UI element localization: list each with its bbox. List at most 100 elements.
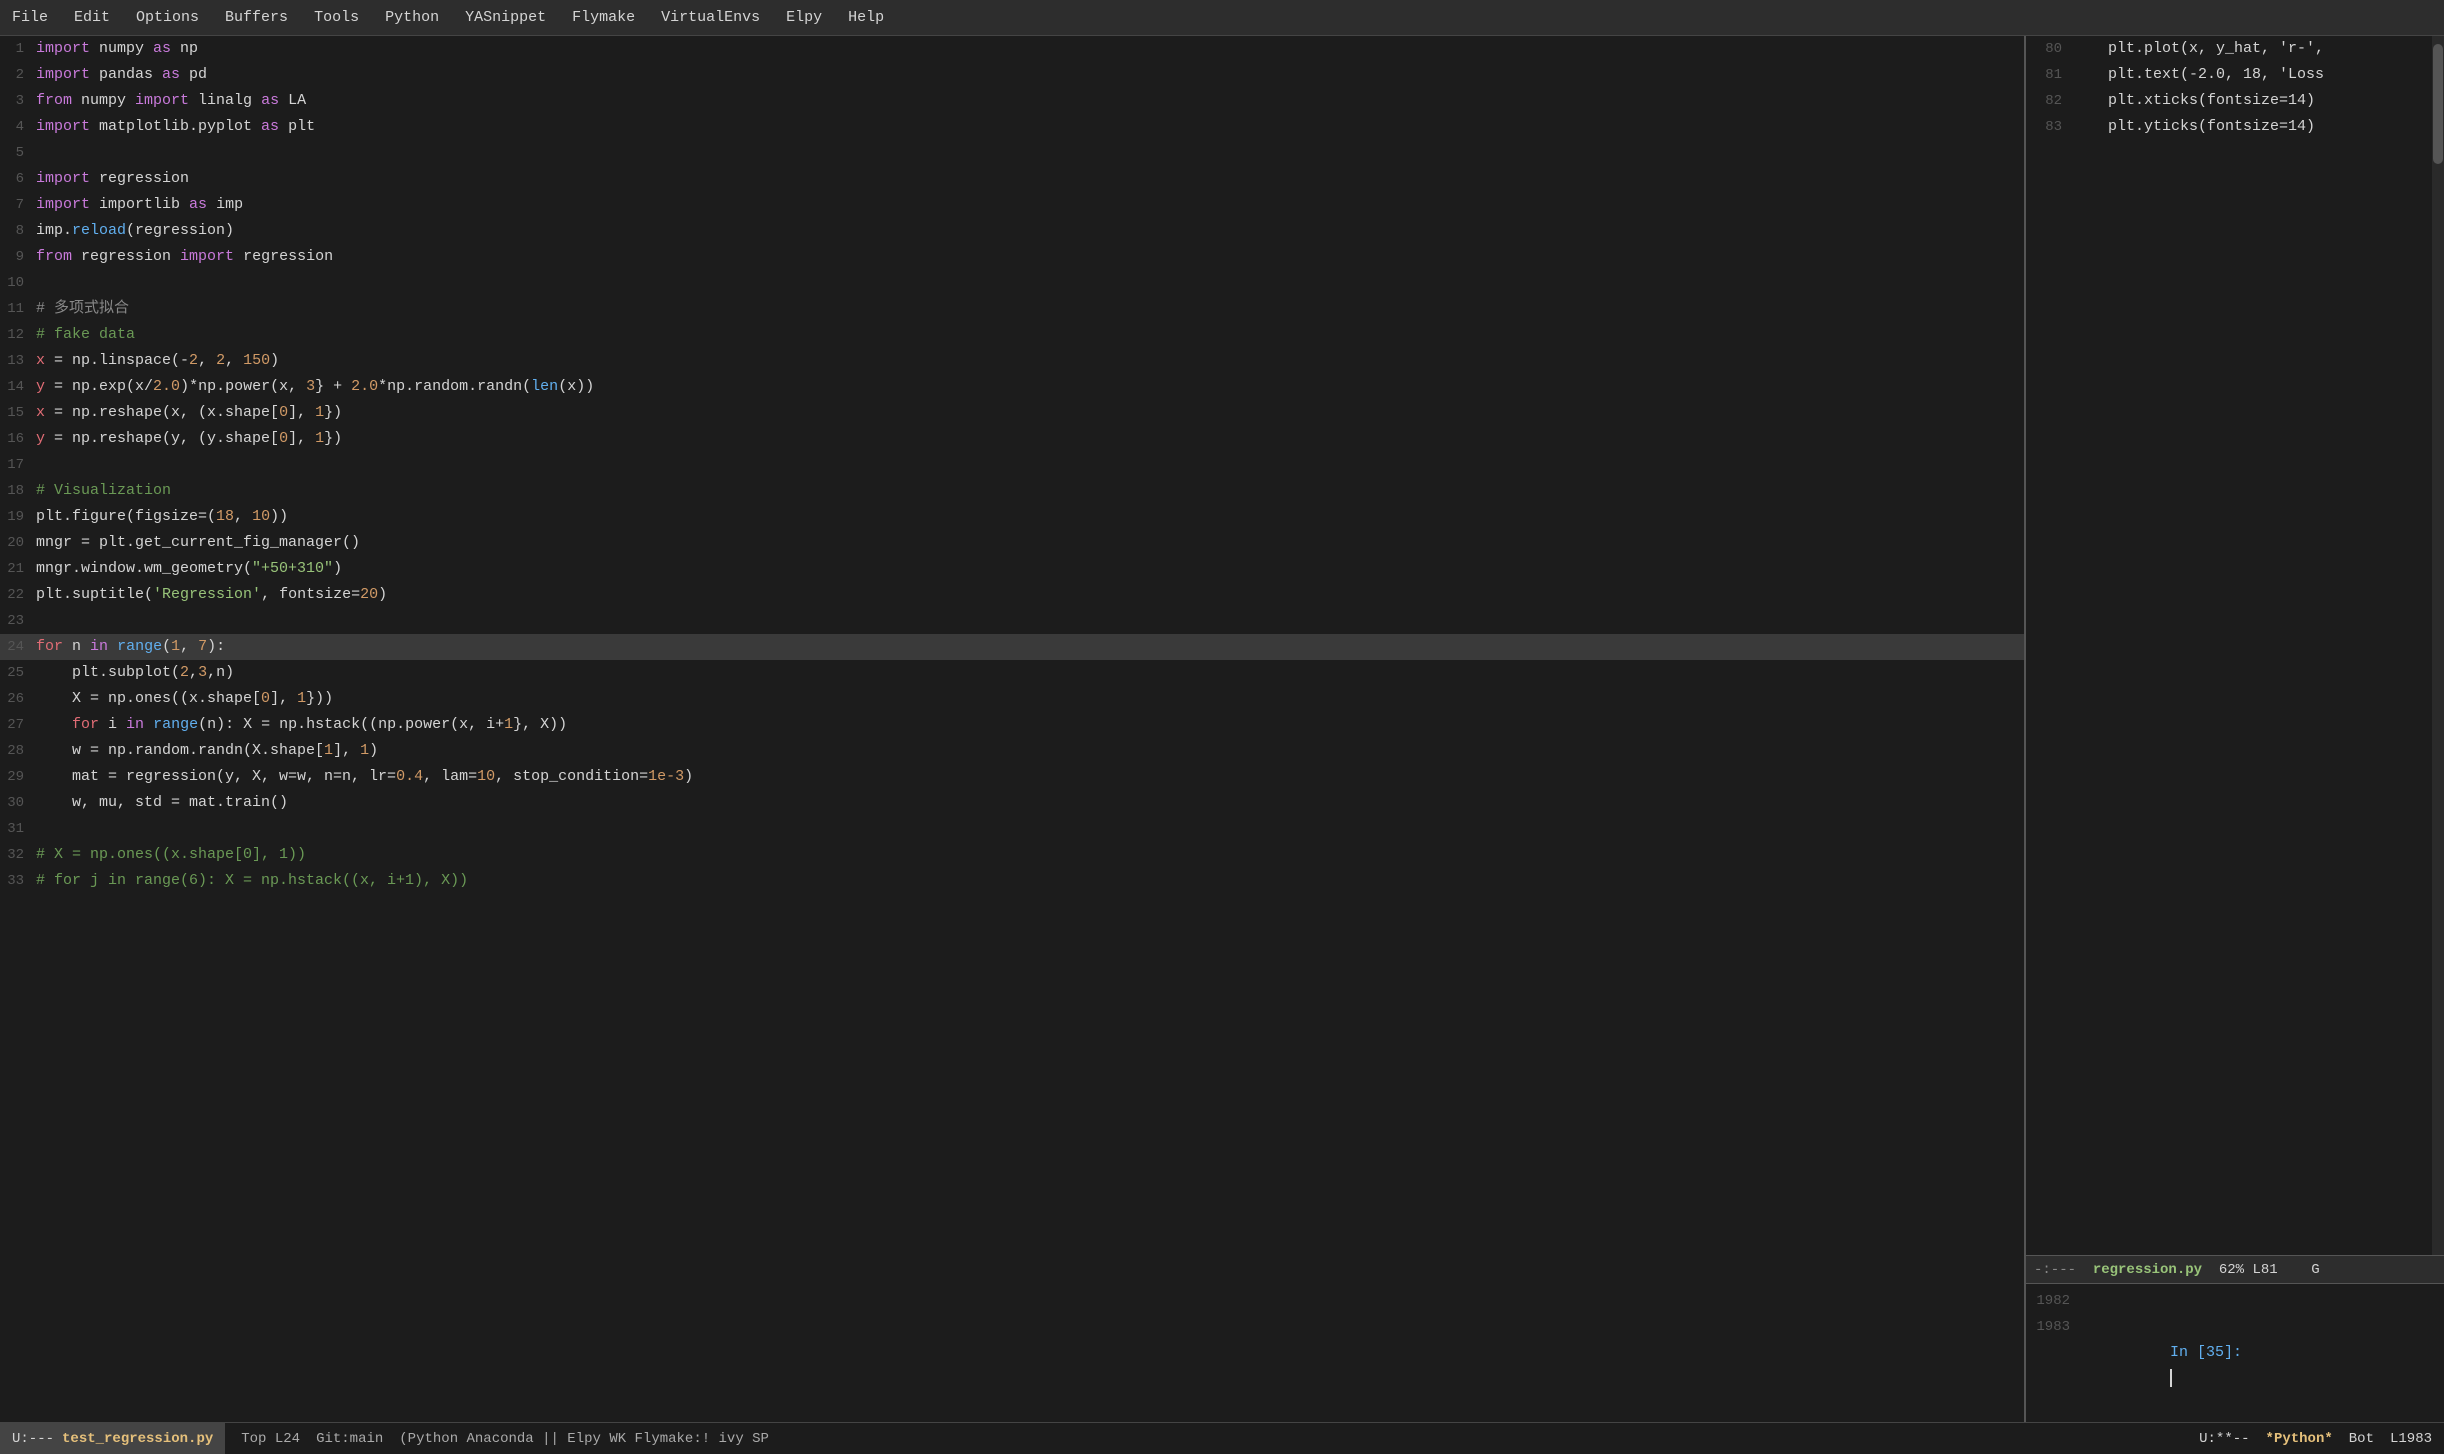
line-number-5: 5	[0, 140, 36, 166]
code-line-23: 23	[0, 608, 2024, 634]
line-number-23: 23	[0, 608, 36, 634]
statusbar-filename[interactable]: test_regression.py	[62, 1431, 213, 1447]
line-number-27: 27	[0, 712, 36, 738]
line-number-21: 21	[0, 556, 36, 582]
code-line-29: 29 mat = regression(y, X, w=w, n=n, lr=0…	[0, 764, 2024, 790]
statusbar-left: U:--- test_regression.py	[0, 1423, 225, 1454]
line-content-29[interactable]: mat = regression(y, X, w=w, n=n, lr=0.4,…	[36, 764, 2024, 790]
line-number-12: 12	[0, 322, 36, 348]
code-line-5: 5	[0, 140, 2024, 166]
right-line-80: 80 plt.plot(x, y_hat, 'r-',	[2026, 36, 2432, 62]
line-content-25[interactable]: plt.subplot(2,3,n)	[36, 660, 2024, 686]
line-content-19[interactable]: plt.figure(figsize=(18, 10))	[36, 504, 2024, 530]
statusbar-position: Top L24	[241, 1431, 300, 1447]
line-content-1[interactable]: import numpy as np	[36, 36, 2024, 62]
menu-flymake[interactable]: Flymake	[568, 7, 639, 28]
menu-tools[interactable]: Tools	[310, 7, 363, 28]
menu-buffers[interactable]: Buffers	[221, 7, 292, 28]
code-line-27: 27 for i in range(n): X = np.hstack((np.…	[0, 712, 2024, 738]
ipython-line-1982: 1982	[2034, 1288, 2436, 1314]
line-content-33[interactable]: # for j in range(6): X = np.hstack((x, i…	[36, 868, 2024, 894]
code-line-21: 21mngr.window.wm_geometry("+50+310")	[0, 556, 2024, 582]
line-content-26[interactable]: X = np.ones((x.shape[0], 1}))	[36, 686, 2024, 712]
right-code-area: 80 plt.plot(x, y_hat, 'r-',81 plt.text(-…	[2026, 36, 2432, 1255]
line-content-14[interactable]: y = np.exp(x/2.0)*np.power(x, 3} + 2.0*n…	[36, 374, 2024, 400]
line-content-30[interactable]: w, mu, std = mat.train()	[36, 790, 2024, 816]
right-modeline-filename: regression.py	[2093, 1262, 2202, 1278]
statusbar-mode-right: U:**--	[2199, 1431, 2249, 1447]
statusbar-bot: Bot	[2349, 1431, 2374, 1447]
scrollbar-thumb[interactable]	[2433, 44, 2443, 164]
code-line-13: 13x = np.linspace(-2, 2, 150)	[0, 348, 2024, 374]
line-number-9: 9	[0, 244, 36, 270]
right-pane: 80 plt.plot(x, y_hat, 'r-',81 plt.text(-…	[2024, 36, 2444, 1422]
code-line-14: 14y = np.exp(x/2.0)*np.power(x, 3} + 2.0…	[0, 374, 2024, 400]
menu-help[interactable]: Help	[844, 7, 888, 28]
right-line-82: 82 plt.xticks(fontsize=14)	[2026, 88, 2432, 114]
right-modeline-info: 62% L81 G	[2202, 1262, 2320, 1278]
statusbar-python-info: (Python Anaconda || Elpy WK Flymake:! iv…	[399, 1431, 769, 1447]
line-number-18: 18	[0, 478, 36, 504]
code-line-3: 3from numpy import linalg as LA	[0, 88, 2024, 114]
line-number-32: 32	[0, 842, 36, 868]
line-content-18[interactable]: # Visualization	[36, 478, 2024, 504]
line-content-21[interactable]: mngr.window.wm_geometry("+50+310")	[36, 556, 2024, 582]
line-content-3[interactable]: from numpy import linalg as LA	[36, 88, 2024, 114]
editor-pane[interactable]: 1import numpy as np2import pandas as pd3…	[0, 36, 2024, 1422]
line-number-15: 15	[0, 400, 36, 426]
line-content-13[interactable]: x = np.linspace(-2, 2, 150)	[36, 348, 2024, 374]
line-content-12[interactable]: # fake data	[36, 322, 2024, 348]
menu-yasnippet[interactable]: YASnippet	[461, 7, 550, 28]
menu-elpy[interactable]: Elpy	[782, 7, 826, 28]
menu-file[interactable]: File	[8, 7, 52, 28]
statusbar-line-info: L1983	[2390, 1431, 2432, 1447]
line-content-20[interactable]: mngr = plt.get_current_fig_manager()	[36, 530, 2024, 556]
line-number-29: 29	[0, 764, 36, 790]
line-content-27[interactable]: for i in range(n): X = np.hstack((np.pow…	[36, 712, 2024, 738]
menu-edit[interactable]: Edit	[70, 7, 114, 28]
menu-python[interactable]: Python	[381, 7, 443, 28]
code-line-25: 25 plt.subplot(2,3,n)	[0, 660, 2024, 686]
right-modeline: -:--- regression.py 62% L81 G	[2026, 1255, 2444, 1283]
main-area: 1import numpy as np2import pandas as pd3…	[0, 36, 2444, 1422]
ipython-area[interactable]: 1982 1983 In [35]:	[2026, 1283, 2444, 1422]
line-number-2: 2	[0, 62, 36, 88]
line-content-15[interactable]: x = np.reshape(x, (x.shape[0], 1})	[36, 400, 2024, 426]
line-content-6[interactable]: import regression	[36, 166, 2024, 192]
code-line-15: 15x = np.reshape(x, (x.shape[0], 1})	[0, 400, 2024, 426]
line-content-4[interactable]: import matplotlib.pyplot as plt	[36, 114, 2024, 140]
line-content-24[interactable]: for n in range(1, 7):	[36, 634, 2024, 660]
line-number-24: 24	[0, 634, 36, 660]
line-content-16[interactable]: y = np.reshape(y, (y.shape[0], 1})	[36, 426, 2024, 452]
line-content-2[interactable]: import pandas as pd	[36, 62, 2024, 88]
line-content-7[interactable]: import importlib as imp	[36, 192, 2024, 218]
line-content-9[interactable]: from regression import regression	[36, 244, 2024, 270]
code-line-7: 7import importlib as imp	[0, 192, 2024, 218]
statusbar: U:--- test_regression.py Top L24 Git:mai…	[0, 1422, 2444, 1454]
code-line-4: 4import matplotlib.pyplot as plt	[0, 114, 2024, 140]
menu-options[interactable]: Options	[132, 7, 203, 28]
line-number-1: 1	[0, 36, 36, 62]
code-line-9: 9from regression import regression	[0, 244, 2024, 270]
line-content-11[interactable]: # 多项式拟合	[36, 296, 2024, 322]
line-content-32[interactable]: # X = np.ones((x.shape[0], 1))	[36, 842, 2024, 868]
line-number-30: 30	[0, 790, 36, 816]
line-number-28: 28	[0, 738, 36, 764]
line-number-14: 14	[0, 374, 36, 400]
menubar: File Edit Options Buffers Tools Python Y…	[0, 0, 2444, 36]
line-content-28[interactable]: w = np.random.randn(X.shape[1], 1)	[36, 738, 2024, 764]
cursor	[2170, 1369, 2172, 1387]
code-line-26: 26 X = np.ones((x.shape[0], 1}))	[0, 686, 2024, 712]
code-line-20: 20mngr = plt.get_current_fig_manager()	[0, 530, 2024, 556]
line-content-22[interactable]: plt.suptitle('Regression', fontsize=20)	[36, 582, 2024, 608]
right-line-83: 83 plt.yticks(fontsize=14)	[2026, 114, 2432, 140]
line-number-3: 3	[0, 88, 36, 114]
code-line-24: 24for n in range(1, 7):	[0, 634, 2024, 660]
line-number-11: 11	[0, 296, 36, 322]
code-line-1: 1import numpy as np	[0, 36, 2024, 62]
code-line-33: 33# for j in range(6): X = np.hstack((x,…	[0, 868, 2024, 894]
code-line-19: 19plt.figure(figsize=(18, 10))	[0, 504, 2024, 530]
line-number-4: 4	[0, 114, 36, 140]
line-content-8[interactable]: imp.reload(regression)	[36, 218, 2024, 244]
menu-virtualenvs[interactable]: VirtualEnvs	[657, 7, 764, 28]
